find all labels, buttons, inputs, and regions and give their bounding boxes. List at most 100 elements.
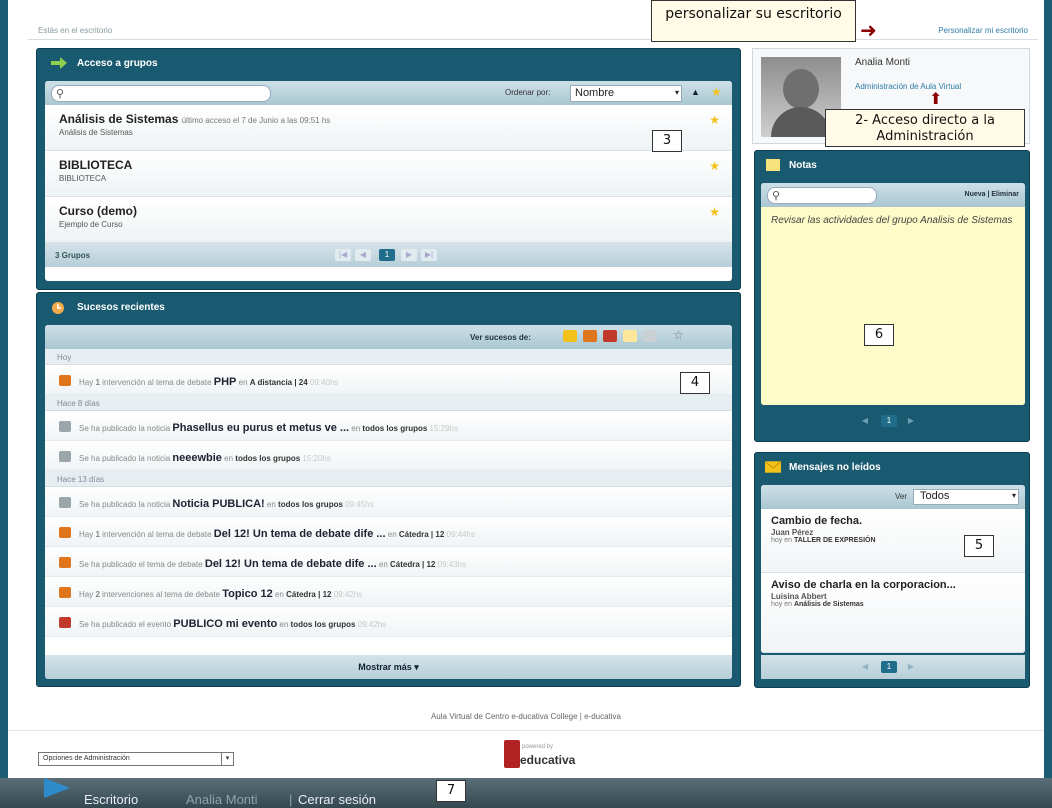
event-row[interactable]: Se ha publicado el tema de debate Del 12… <box>45 547 732 577</box>
favorite-star-icon[interactable]: ★ <box>709 159 720 173</box>
news-icon <box>59 497 71 508</box>
group-row[interactable]: Análisis de Sistemas último acceso el 7 … <box>45 105 732 151</box>
callout-admin: 2- Acceso directo a la Administración <box>825 109 1025 147</box>
day-label: Hoy <box>45 349 732 365</box>
notes-panel: Notas ⚲ Nueva | Eliminar Revisar las act… <box>754 150 1030 442</box>
filter-favorites-icon[interactable]: ☆ <box>673 328 684 342</box>
show-more-bar: Mostrar más ▾ <box>45 655 732 679</box>
event-time: 09:42hs <box>331 590 363 599</box>
next-page-button[interactable]: ▶ <box>903 661 919 673</box>
group-name[interactable]: BIBLIOTECA <box>59 158 732 172</box>
event-text: intervención al tema de debate <box>99 530 214 539</box>
groups-panel: Acceso a grupos ⚲ Ordenar por: Nombre ▾ … <box>36 48 741 290</box>
next-page-button[interactable]: ▶ <box>401 249 417 261</box>
group-name[interactable]: Curso (demo) <box>59 204 732 218</box>
filter-messages-icon[interactable] <box>563 330 577 342</box>
note-content[interactable]: Revisar las actividades del grupo Analis… <box>761 207 1025 405</box>
message-group-link[interactable]: TALLER DE EXPRESIÓN <box>794 537 876 544</box>
event-row[interactable]: Hay 1 intervención al tema de debate Del… <box>45 517 732 547</box>
events-panel: Sucesos recientes Ver sucesos de: ☆ Hoy H… <box>36 292 741 687</box>
news-icon <box>59 421 71 432</box>
event-location-link[interactable]: A distancia | 24 <box>250 378 308 387</box>
message-group-link[interactable]: Análisis de Sistemas <box>794 601 864 608</box>
desktop-link[interactable]: Escritorio <box>84 792 138 807</box>
event-row[interactable]: Hay 2 intervenciones al tema de debate T… <box>45 577 732 607</box>
event-location-link[interactable]: todos los grupos <box>278 500 343 509</box>
favorites-star-icon[interactable]: ★ <box>711 85 722 99</box>
event-title-link[interactable]: neeewbie <box>172 452 222 464</box>
event-location-link[interactable]: Cátedra | 12 <box>286 590 331 599</box>
notes-panel-body: ⚲ Nueva | Eliminar Revisar las actividad… <box>761 183 1025 405</box>
admin-options-select[interactable]: Opciones de Administración ▾ <box>38 752 234 766</box>
groups-search-input[interactable]: ⚲ <box>51 85 271 102</box>
group-description: Ejemplo de Curso <box>59 220 123 229</box>
message-title[interactable]: Aviso de charla en la corporacion... <box>771 579 1025 592</box>
notes-panel-title: Notas <box>789 160 817 171</box>
event-title-link[interactable]: PHP <box>214 376 237 388</box>
sort-direction-button[interactable]: ▲ <box>691 87 700 97</box>
event-title-link[interactable]: Del 12! Un tema de debate dife ... <box>205 558 377 570</box>
day-label: Hace 13 días <box>45 471 732 487</box>
user-link[interactable]: Analia Monti <box>186 792 258 807</box>
admin-link[interactable]: Administración de Aula Virtual <box>855 82 961 91</box>
event-connector: en <box>221 454 236 463</box>
sort-select[interactable]: Nombre ▾ <box>570 85 682 102</box>
prev-page-button[interactable]: ◀ <box>857 661 873 673</box>
filter-events-icon[interactable] <box>603 330 617 342</box>
notes-search-input[interactable]: ⚲ <box>767 187 877 204</box>
favorite-star-icon[interactable]: ★ <box>709 205 720 219</box>
event-location-link[interactable]: todos los grupos <box>362 424 427 433</box>
group-last-access: último acceso el 7 de Junio a las 09:51 … <box>181 116 331 125</box>
event-title-link[interactable]: PUBLICO mi evento <box>173 618 277 630</box>
arrow-right-icon: ➜ <box>860 20 877 42</box>
footer-divider <box>8 730 1044 731</box>
event-row[interactable]: Se ha publicado el evento PUBLICO mi eve… <box>45 607 732 637</box>
event-text: Se ha publicado el tema de debate <box>79 560 205 569</box>
prev-page-button[interactable]: ◀ <box>355 249 371 261</box>
event-row[interactable]: Hay 1 intervención al tema de debate PHP… <box>45 365 732 395</box>
current-page[interactable]: 1 <box>379 249 395 261</box>
event-row[interactable]: Se ha publicado la noticia neeewbie en t… <box>45 441 732 471</box>
event-location-link[interactable]: Cátedra | 12 <box>399 530 444 539</box>
admin-options-value: Opciones de Administración <box>43 755 130 762</box>
event-title-link[interactable]: Phasellus eu purus et metus ve ... <box>172 422 349 434</box>
current-page[interactable]: 1 <box>881 661 897 673</box>
messages-panel-header: Mensajes no leídos <box>755 453 1029 483</box>
show-more-button[interactable]: Mostrar más ▾ <box>358 662 419 672</box>
event-row[interactable]: Se ha publicado la noticia Noticia PUBLI… <box>45 487 732 517</box>
event-title-link[interactable]: Del 12! Un tema de debate dife ... <box>214 528 386 540</box>
filter-notes-icon[interactable] <box>623 330 637 342</box>
last-page-button[interactable]: ▶| <box>421 249 437 261</box>
current-page[interactable]: 1 <box>881 415 897 427</box>
taskbar-separator: | <box>289 792 293 807</box>
group-name[interactable]: Análisis de Sistemas último acceso el 7 … <box>59 112 732 126</box>
group-row[interactable]: BIBLIOTECA BIBLIOTECA ★ <box>45 151 732 197</box>
logout-link[interactable]: Cerrar sesión <box>298 792 376 807</box>
next-page-button[interactable]: ▶ <box>903 415 919 427</box>
customize-desktop-link[interactable]: Personalizar mi escritorio <box>938 26 1028 35</box>
chevron-down-icon: ▾ <box>1011 491 1016 500</box>
event-row[interactable]: Se ha publicado la noticia Phasellus eu … <box>45 411 732 441</box>
event-time: 15:20hs <box>300 454 331 463</box>
view-select-value: Todos <box>920 490 950 502</box>
event-title-link[interactable]: Noticia PUBLICA! <box>172 498 264 510</box>
page: Estás en el escritorio Personalizar mi e… <box>8 0 1044 778</box>
favorite-star-icon[interactable]: ★ <box>709 113 720 127</box>
groups-panel-title: Acceso a grupos <box>77 58 158 69</box>
messages-panel: Mensajes no leídos Ver Todos ▾ Cambio de… <box>754 452 1030 688</box>
notes-actions[interactable]: Nueva | Eliminar <box>965 191 1019 198</box>
message-title[interactable]: Cambio de fecha. <box>771 515 1025 528</box>
event-time: 09:43hs <box>435 560 467 569</box>
groups-list: Análisis de Sistemas último acceso el 7 … <box>45 105 732 243</box>
event-title-link[interactable]: Topico 12 <box>222 588 273 600</box>
event-location-link[interactable]: todos los grupos <box>235 454 300 463</box>
filter-news-icon[interactable] <box>643 330 657 342</box>
event-location-link[interactable]: todos los grupos <box>291 620 356 629</box>
message-row[interactable]: Aviso de charla en la corporacion... Luis… <box>761 573 1025 653</box>
filter-debates-icon[interactable] <box>583 330 597 342</box>
first-page-button[interactable]: |◀ <box>335 249 351 261</box>
group-row[interactable]: Curso (demo) Ejemplo de Curso ★ <box>45 197 732 243</box>
view-select[interactable]: Todos ▾ <box>913 489 1019 505</box>
prev-page-button[interactable]: ◀ <box>857 415 873 427</box>
event-location-link[interactable]: Cátedra | 12 <box>390 560 435 569</box>
